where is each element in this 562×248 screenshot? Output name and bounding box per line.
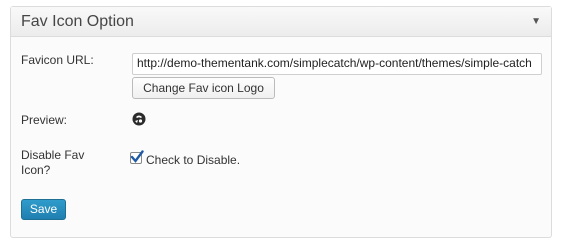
favicon-url-label: Favicon URL: (21, 53, 94, 67)
change-favicon-button[interactable]: Change Fav icon Logo (132, 77, 275, 99)
checkmark-icon (130, 150, 144, 163)
fav-icon-option-panel: Fav Icon Option ▼ Favicon URL: http://de… (10, 6, 552, 238)
save-button[interactable]: Save (21, 199, 66, 220)
favicon-preview-icon (132, 112, 146, 126)
panel-header[interactable]: Fav Icon Option ▼ (11, 7, 551, 37)
triangle-down-icon[interactable]: ▼ (531, 16, 541, 27)
checkbox-label: Check to Disable. (146, 153, 241, 167)
favicon-url-input[interactable]: http://demo-thementank.com/simplecatch/w… (132, 53, 542, 75)
disable-favicon-checkbox[interactable] (130, 150, 144, 164)
panel-title: Fav Icon Option (21, 12, 134, 30)
preview-label: Preview: (21, 113, 68, 127)
disable-favicon-label: Disable Fav Icon? (21, 148, 85, 177)
